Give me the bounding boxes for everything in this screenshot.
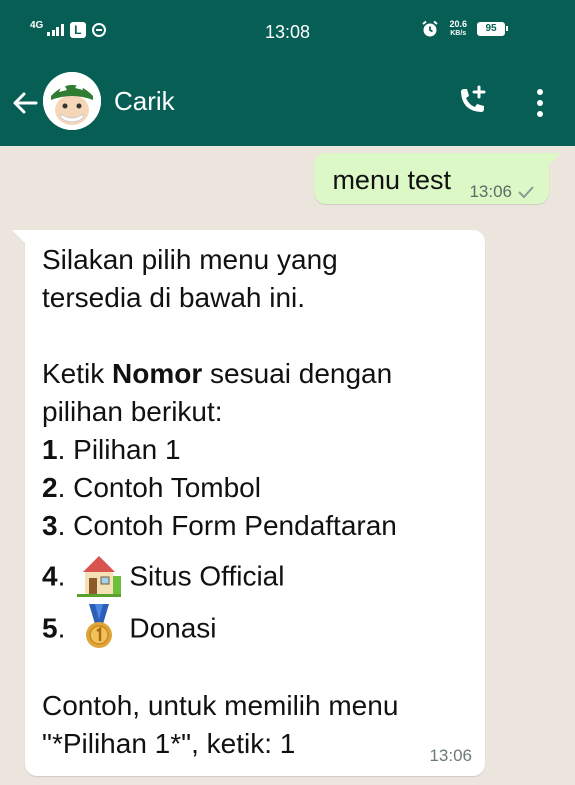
incoming-message[interactable]: Silakan pilih menu yang tersedia di bawa…	[12, 230, 485, 776]
status-right: 20.6 KB/s 95	[421, 19, 508, 38]
battery-icon: 95	[477, 22, 508, 36]
more-menu-icon[interactable]	[530, 86, 550, 120]
message-line: tersedia di bawah ini.	[42, 282, 306, 313]
menu-item-2: 2. Contoh Tombol	[42, 472, 261, 503]
menu-item-4: 4. Situs Official	[42, 554, 284, 602]
menu-item-5: 5. Donasi	[42, 604, 217, 654]
status-bar: 4G L 13:08 20.6 KB/s 95	[0, 0, 575, 62]
chat-area[interactable]: menu test 13:06 Silakan pilih menu yang …	[0, 146, 575, 785]
house-emoji-icon	[77, 556, 122, 597]
chat-header: Carik	[0, 62, 575, 146]
bold-word: Nomor	[112, 358, 203, 389]
outgoing-message-meta: 13:06	[469, 182, 535, 202]
avatar-mascot-icon	[43, 72, 101, 130]
outgoing-message-text: menu test	[332, 165, 451, 195]
medal-emoji-icon	[86, 604, 113, 648]
menu-item-1: 1. Pilihan 1	[42, 434, 181, 465]
incoming-message-time: 13:06	[429, 746, 472, 765]
message-line: "*Pilihan 1*", ketik: 1	[42, 728, 296, 759]
menu-item-3: 3. Contoh Form Pendaftaran	[42, 510, 397, 541]
back-arrow-icon[interactable]	[10, 88, 40, 118]
net-speed: 20.6 KB/s	[449, 19, 467, 38]
message-line: Ketik Nomor sesuai dengan	[42, 358, 393, 389]
alarm-icon	[422, 20, 439, 37]
avatar[interactable]	[43, 72, 101, 130]
outgoing-message-time: 13:06	[469, 182, 512, 201]
add-call-icon[interactable]	[455, 84, 489, 118]
message-line: Silakan pilih menu yang	[42, 244, 338, 275]
check-icon	[518, 186, 534, 199]
outgoing-message[interactable]: menu test 13:06	[314, 153, 561, 204]
message-line: Contoh, untuk memilih menu	[42, 690, 399, 721]
contact-name[interactable]: Carik	[114, 86, 175, 117]
message-line: pilihan berikut:	[42, 396, 223, 427]
